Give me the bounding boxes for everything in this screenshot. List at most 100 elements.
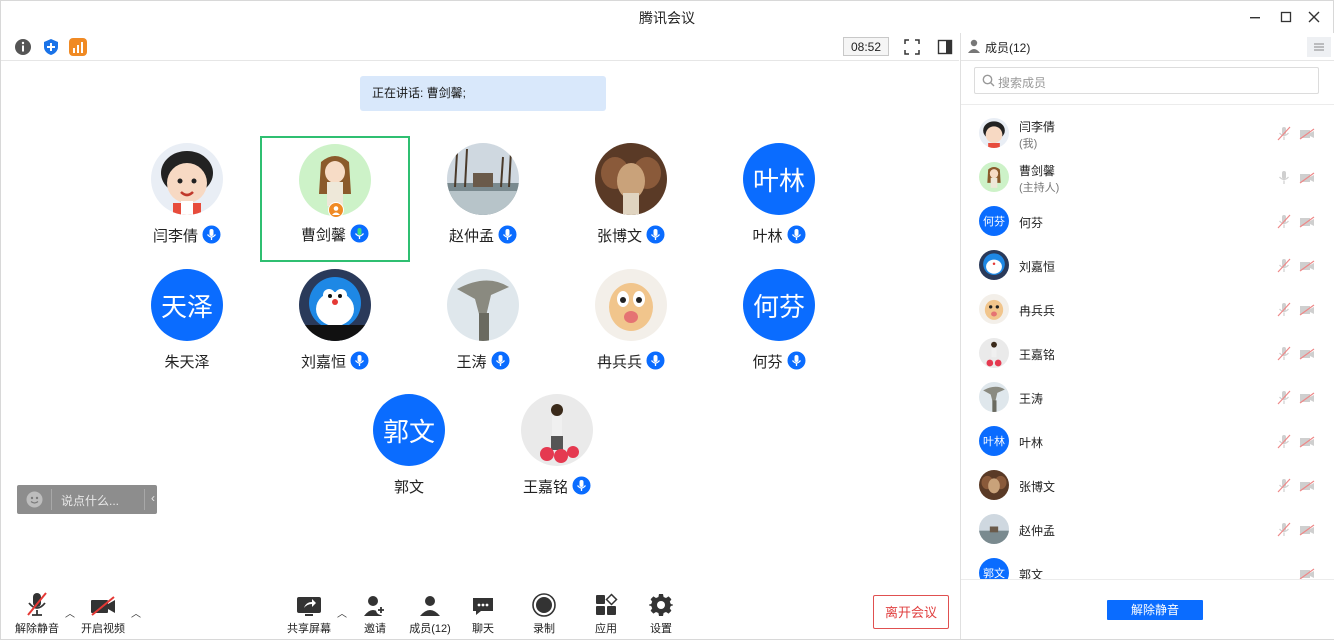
participant-tile[interactable]: 张博文 [561,137,701,257]
microphone-muted-icon[interactable] [1277,478,1291,498]
participant-tile[interactable]: 王嘉铭 [487,388,627,508]
leave-meeting-button[interactable]: 离开会议 [873,595,949,629]
member-avatar [979,382,1009,412]
camera-off-icon[interactable] [1299,303,1315,321]
menu-icon[interactable] [1307,37,1331,57]
member-name: 赵仲孟 [1019,524,1056,538]
participant-tile[interactable]: 天泽 朱天泽 [117,263,257,383]
camera-off-icon[interactable] [1299,567,1315,579]
participant-name: 赵仲孟 [448,228,494,245]
participant-tile[interactable]: 冉兵兵 [561,263,701,383]
camera-off-icon[interactable] [1299,391,1315,409]
microphone-muted-icon[interactable] [1277,214,1291,234]
member-row[interactable]: 何芬 何芬 [961,199,1334,243]
member-row[interactable]: 闫李倩 (我) [961,111,1334,155]
member-name: 曹剑馨 [1019,164,1056,178]
member-row[interactable]: 冉兵兵 [961,287,1334,331]
microphone-muted-icon[interactable] [1277,390,1291,410]
microphone-muted-icon[interactable] [1277,126,1291,146]
chevron-up-icon[interactable]: ︿ [337,605,347,620]
participant-avatar: 天泽 [151,269,223,341]
microphone-on-icon [646,351,665,374]
unmute-button[interactable]: 解除静音 [13,591,61,636]
meeting-window: 腾讯会议 08:52 正在讲话: 曹剑馨; 闫李倩 曹剑馨 赵仲孟 张博文 叶林… [0,0,1334,640]
camera-off-icon[interactable] [1299,215,1315,233]
network-signal-icon[interactable] [69,38,87,56]
member-row[interactable]: 王涛 [961,375,1334,419]
microphone-icon[interactable] [1277,170,1291,190]
quick-chat-bar[interactable]: 说点什么... ‹ [17,485,157,514]
participant-name: 叶林 [752,228,783,245]
security-shield-icon[interactable] [42,38,60,56]
member-row[interactable]: 张博文 [961,463,1334,507]
fullscreen-icon[interactable] [903,38,921,56]
member-avatar [979,470,1009,500]
member-name: 王嘉铭 [1019,348,1056,362]
share-screen-icon [285,591,333,617]
camera-off-icon[interactable] [1299,347,1315,365]
camera-off-icon[interactable] [1299,259,1315,277]
video-gallery: 正在讲话: 曹剑馨; 闫李倩 曹剑馨 赵仲孟 张博文 叶林 叶林 天泽 朱天泽 … [1,61,959,581]
members-icon [404,591,456,617]
members-panel-title: 成员(12) [985,41,1031,55]
chat-button[interactable]: 聊天 [467,591,499,636]
member-avatar: 叶林 [979,426,1009,456]
maximize-icon[interactable] [1276,7,1296,27]
camera-off-icon[interactable] [1299,523,1315,541]
minimize-icon[interactable] [1245,7,1265,27]
member-row[interactable]: 曹剑馨 (主持人) [961,155,1334,199]
member-row[interactable]: 刘嘉恒 [961,243,1334,287]
member-row[interactable]: 赵仲孟 [961,507,1334,551]
members-button[interactable]: 成员(12) [404,591,456,636]
participant-tile[interactable]: 郭文 郭文 [339,388,479,508]
camera-off-icon[interactable] [1299,435,1315,453]
member-row[interactable]: 郭文 郭文 [961,551,1334,579]
participant-name: 何芬 [752,354,783,371]
member-name: 刘嘉恒 [1019,260,1056,274]
microphone-on-icon [572,476,591,499]
share-screen-button[interactable]: 共享屏幕 [285,591,333,636]
participant-tile[interactable]: 叶林 叶林 [709,137,849,257]
chevron-up-icon[interactable]: ︿ [131,605,141,620]
participant-tile[interactable]: 刘嘉恒 [265,263,405,383]
chat-input-placeholder[interactable]: 说点什么... [61,492,119,509]
layout-toggle-icon[interactable] [936,38,954,56]
microphone-on-icon [350,351,369,374]
record-button[interactable]: 录制 [528,591,560,636]
participant-name: 王涛 [456,354,487,371]
close-icon[interactable] [1304,7,1324,27]
microphone-on-icon [498,225,517,248]
participant-name: 闫李倩 [152,228,198,245]
microphone-muted-icon[interactable] [1277,522,1291,542]
participant-avatar [595,269,667,341]
settings-button[interactable]: 设置 [645,591,677,636]
invite-button[interactable]: 邀请 [357,591,393,636]
member-list: 闫李倩 (我) 曹剑馨 (主持人) 何芬 何芬 刘嘉恒 冉兵兵 王嘉铭 王涛 叶… [961,111,1334,579]
microphone-muted-icon[interactable] [1277,346,1291,366]
microphone-muted-icon[interactable] [1277,258,1291,278]
participant-tile[interactable]: 赵仲孟 [413,137,553,257]
camera-off-icon[interactable] [1299,127,1315,145]
microphone-on-icon [646,225,665,248]
member-search-input[interactable]: 搜索成员 [974,67,1319,94]
apps-button[interactable]: 应用 [590,591,622,636]
unmute-all-button[interactable]: 解除静音 [1107,600,1203,620]
microphone-muted-icon[interactable] [1277,434,1291,454]
participant-tile[interactable]: 王涛 [413,263,553,383]
camera-off-icon[interactable] [1299,171,1315,189]
member-row[interactable]: 王嘉铭 [961,331,1334,375]
emoji-icon[interactable] [26,491,43,511]
chevron-up-icon[interactable]: ︿ [65,605,75,620]
microphone-muted-icon[interactable] [1277,302,1291,322]
participant-tile[interactable]: 何芬 何芬 [709,263,849,383]
member-name: 郭文 [1019,568,1044,579]
participant-tile[interactable]: 闫李倩 [117,137,257,257]
info-icon[interactable] [14,38,32,56]
member-name: 何芬 [1019,216,1044,230]
start-video-button[interactable]: 开启视频 [79,591,127,636]
participant-avatar [521,394,593,466]
camera-off-icon[interactable] [1299,479,1315,497]
participant-tile-active[interactable]: 曹剑馨 [260,136,410,262]
chevron-left-icon[interactable]: ‹ [151,491,155,505]
member-row[interactable]: 叶林 叶林 [961,419,1334,463]
